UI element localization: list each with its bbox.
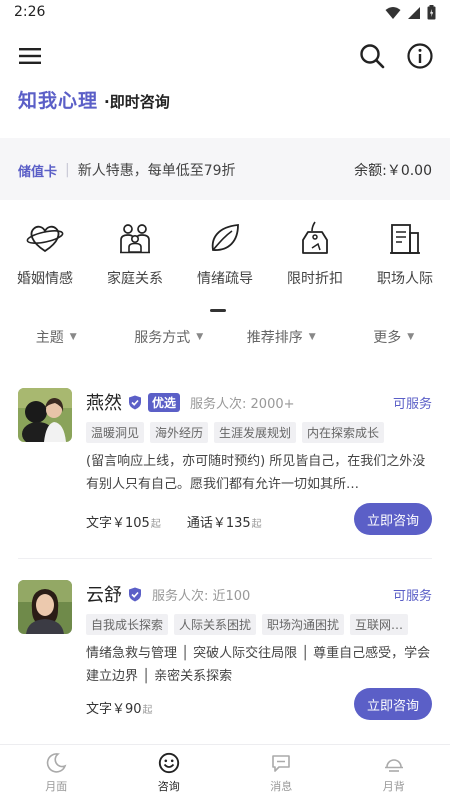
counselor-name: 云舒 <box>86 585 122 606</box>
price-list: 文字￥90 起 <box>86 698 153 717</box>
moon-icon <box>47 753 67 773</box>
consult-now-button[interactable]: 立即咨询 <box>354 688 432 720</box>
family-icon <box>120 224 150 254</box>
counselor-description: (留言响应上线，亦可随时预约) 所见皆自己，在我们之外没有别人只有自己。愿我们都… <box>86 454 426 492</box>
category-row: 婚姻情感 家庭关系 情绪疏导 限时折扣 职场人际 <box>0 218 450 298</box>
tag: 自我成长探索 <box>86 614 169 635</box>
smile-icon <box>158 752 179 774</box>
heart-ring-icon <box>26 225 64 253</box>
leaf-icon <box>211 224 239 251</box>
card-separator: | <box>65 162 70 178</box>
tab-moon-front[interactable]: 月面 <box>0 745 113 800</box>
moon-back-icon <box>384 759 403 772</box>
price-voice-call: 通话￥135 <box>186 516 251 531</box>
brand-logo: 知我心理 <box>18 90 99 112</box>
caret-down-icon: ▼ <box>196 332 204 342</box>
counselor-name: 燕然 <box>86 393 122 414</box>
availability-status: 可服务 <box>392 396 432 412</box>
caret-down-icon: ▼ <box>69 332 77 342</box>
price-list: 文字￥105 起 通话￥135 起 <box>86 512 262 531</box>
card-divider <box>18 558 432 559</box>
price-unit: 起 <box>150 519 161 530</box>
card-label: 储值卡 <box>18 164 58 180</box>
price-tag-icon <box>302 221 328 254</box>
category-label: 婚姻情感 <box>17 271 73 287</box>
filter-sort[interactable]: 推荐排序 ▼ <box>225 326 338 348</box>
category-emotion[interactable]: 情绪疏导 <box>180 218 270 298</box>
tag-list: 温暖洞见 海外经历 生涯发展规划 内在探索成长 <box>86 422 432 443</box>
category-family[interactable]: 家庭关系 <box>90 218 180 298</box>
tag: 内在探索成长 <box>302 422 385 443</box>
premium-badge: 优选 <box>148 392 181 412</box>
consult-now-button[interactable]: 立即咨询 <box>354 503 432 535</box>
info-icon[interactable] <box>406 42 434 70</box>
price-unit: 起 <box>251 519 262 530</box>
tag: 职场沟通困扰 <box>262 614 345 635</box>
category-label: 限时折扣 <box>287 271 343 287</box>
filter-label: 服务方式 <box>134 330 191 346</box>
avatar <box>18 388 72 442</box>
filter-service-mode[interactable]: 服务方式 ▼ <box>113 326 226 348</box>
category-label: 职场人际 <box>377 271 433 287</box>
caret-down-icon: ▼ <box>308 332 316 342</box>
filter-bar: 主题 ▼ 服务方式 ▼ 推荐排序 ▼ 更多 ▼ <box>0 326 450 348</box>
category-workplace[interactable]: 职场人际 <box>360 218 450 298</box>
signal-icon <box>408 6 420 19</box>
tag: 人际关系困扰 <box>174 614 257 635</box>
availability-status: 可服务 <box>392 588 432 604</box>
bottom-tab-bar: 月面 咨询 消息 月背 <box>0 744 450 800</box>
tag: 温暖洞见 <box>86 422 145 443</box>
tag: 互联网… <box>350 614 409 635</box>
tab-consult[interactable]: 咨询 <box>113 745 226 800</box>
price-text-chat: 文字￥90 <box>86 702 142 717</box>
battery-icon <box>427 5 436 20</box>
tab-messages[interactable]: 消息 <box>225 745 338 800</box>
tag-list: 自我成长探索 人际关系困扰 职场沟通困扰 互联网… <box>86 614 432 635</box>
served-count: 服务人次: 近100 <box>152 588 251 604</box>
tag: 海外经历 <box>150 422 209 443</box>
tab-label: 月背 <box>382 780 405 793</box>
served-count: 服务人次: 2000+ <box>190 396 295 412</box>
search-icon[interactable] <box>358 42 386 70</box>
price-unit: 起 <box>142 705 153 716</box>
category-label: 家庭关系 <box>107 271 163 287</box>
card-promo-text: 新人特惠，每单低至79折 <box>77 163 236 179</box>
stored-value-card-banner[interactable]: 储值卡 | 新人特惠，每单低至79折 余额:￥0.00 <box>18 160 432 180</box>
brand-subtitle: ·即时咨询 <box>104 93 170 111</box>
filter-more[interactable]: 更多 ▼ <box>338 326 450 348</box>
filter-label: 主题 <box>35 330 64 346</box>
tab-moon-back[interactable]: 月背 <box>338 745 450 800</box>
category-discount[interactable]: 限时折扣 <box>270 218 360 298</box>
brand-header: 知我心理 ·即时咨询 <box>18 86 170 113</box>
card-balance: 余额:￥0.00 <box>354 163 432 179</box>
tab-label: 月面 <box>45 780 68 793</box>
avatar <box>18 580 72 634</box>
status-time: 2:26 <box>14 4 46 20</box>
verified-shield-icon <box>129 587 141 601</box>
chat-icon <box>272 755 291 772</box>
app-bar <box>0 30 450 80</box>
counselor-description: 情绪急救与管理 │ 突破人际交往局限 │ 尊重自己感受，学会建立边界 │ 亲密关… <box>86 646 431 684</box>
category-marriage[interactable]: 婚姻情感 <box>0 218 90 298</box>
filter-topic[interactable]: 主题 ▼ <box>0 326 113 348</box>
filter-label: 更多 <box>373 330 402 346</box>
category-scroll-indicator <box>210 309 226 312</box>
category-label: 情绪疏导 <box>197 271 253 287</box>
menu-icon[interactable] <box>16 42 44 70</box>
wifi-icon <box>385 6 401 19</box>
price-text-chat: 文字￥105 <box>86 516 150 531</box>
status-icons <box>385 5 436 20</box>
status-bar: 2:26 <box>0 0 450 26</box>
tab-label: 消息 <box>270 780 293 793</box>
tab-label: 咨询 <box>157 780 180 793</box>
office-building-icon <box>390 224 420 254</box>
tag: 生涯发展规划 <box>214 422 297 443</box>
app-screen: 2:26 知我心理 ·即时咨询 储值卡 | 新人特惠，每单低至79折 余额:￥0… <box>0 0 450 800</box>
filter-label: 推荐排序 <box>246 330 303 346</box>
verified-shield-icon <box>129 395 141 409</box>
caret-down-icon: ▼ <box>407 332 415 342</box>
